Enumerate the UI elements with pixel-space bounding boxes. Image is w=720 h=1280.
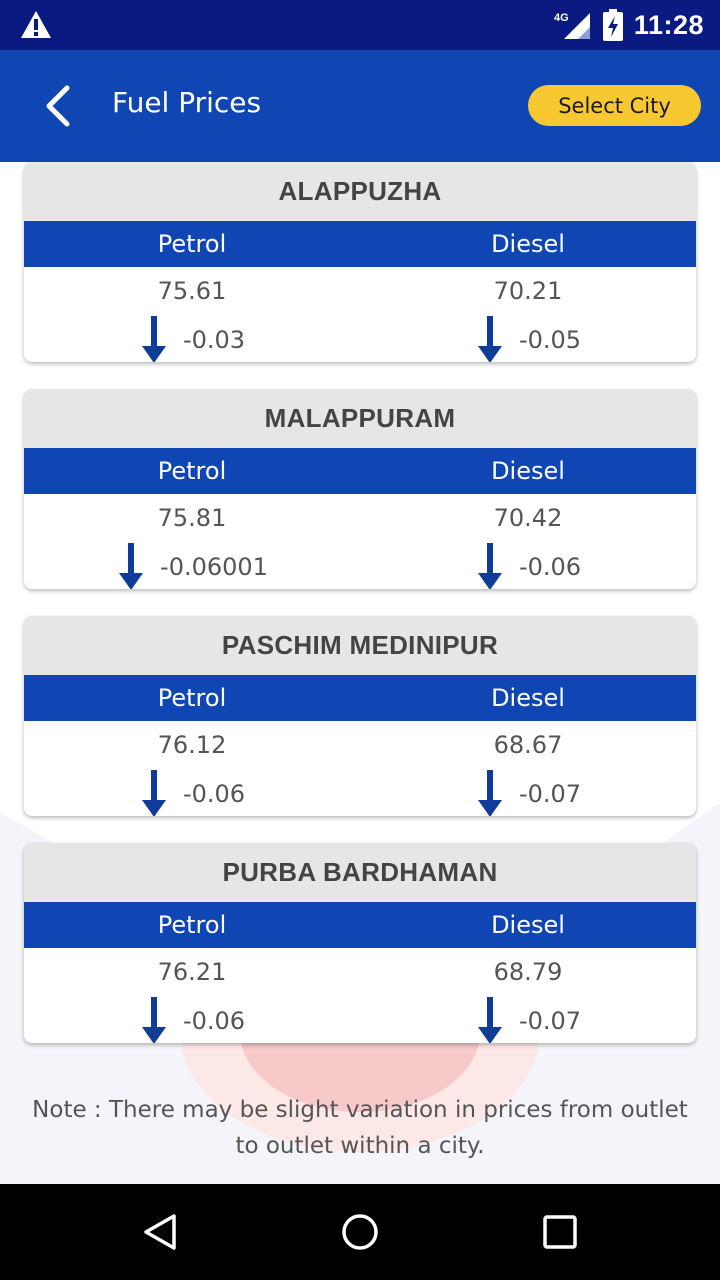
network-type: 4G bbox=[554, 12, 569, 24]
price-row: 75.81 70.42 bbox=[24, 494, 696, 542]
status-time: 11:28 bbox=[633, 9, 704, 40]
signal-icon: 4G bbox=[554, 12, 590, 39]
nav-back-button[interactable] bbox=[130, 1204, 190, 1260]
price-row: 75.61 70.21 bbox=[24, 267, 696, 315]
petrol-change-value: -0.03 bbox=[182, 326, 246, 354]
diesel-change-value: -0.07 bbox=[518, 780, 582, 808]
petrol-label: Petrol bbox=[157, 457, 227, 485]
down-arrow-icon bbox=[141, 997, 166, 1043]
change-row: -0.03 -0.05 bbox=[24, 315, 696, 362]
fuel-header: Petrol Diesel bbox=[24, 448, 696, 494]
diesel-label: Diesel bbox=[491, 457, 565, 485]
petrol-change: -0.06 bbox=[24, 996, 360, 1043]
city-card[interactable]: MALAPPURAM Petrol Diesel 75.81 70.42 -0.… bbox=[24, 389, 696, 589]
petrol-change: -0.06001 bbox=[24, 542, 360, 589]
triangle-back-icon bbox=[144, 1214, 176, 1250]
status-bar: 4G 11:28 bbox=[0, 0, 720, 50]
content-area[interactable]: ALAPPUZHA Petrol Diesel 75.61 70.21 -0.0… bbox=[0, 162, 720, 1184]
down-arrow-icon bbox=[119, 543, 144, 589]
petrol-price: 76.21 bbox=[157, 958, 227, 986]
fuel-header: Petrol Diesel bbox=[24, 675, 696, 721]
city-card[interactable]: PASCHIM MEDINIPUR Petrol Diesel 76.12 68… bbox=[24, 616, 696, 816]
petrol-change-value: -0.06 bbox=[182, 780, 246, 808]
diesel-change-value: -0.06 bbox=[518, 553, 582, 581]
city-name: PURBA BARDHAMAN bbox=[24, 843, 696, 902]
petrol-change-value: -0.06 bbox=[182, 1007, 246, 1035]
city-card[interactable]: PURBA BARDHAMAN Petrol Diesel 76.21 68.7… bbox=[24, 843, 696, 1043]
diesel-price: 70.21 bbox=[493, 277, 563, 305]
petrol-change-value: -0.06001 bbox=[160, 553, 268, 581]
warning-icon bbox=[21, 11, 51, 38]
nav-home-button[interactable] bbox=[330, 1204, 390, 1260]
city-name: MALAPPURAM bbox=[24, 389, 696, 448]
petrol-price: 75.61 bbox=[157, 277, 227, 305]
petrol-label: Petrol bbox=[157, 684, 227, 712]
diesel-change-value: -0.07 bbox=[518, 1007, 582, 1035]
diesel-price: 68.79 bbox=[493, 958, 563, 986]
diesel-label: Diesel bbox=[491, 684, 565, 712]
diesel-label: Diesel bbox=[491, 230, 565, 258]
select-city-button[interactable]: Select City bbox=[528, 85, 701, 126]
city-name: PASCHIM MEDINIPUR bbox=[24, 616, 696, 675]
petrol-change: -0.06 bbox=[24, 769, 360, 816]
nav-recents-button[interactable] bbox=[530, 1204, 590, 1260]
petrol-change: -0.03 bbox=[24, 315, 360, 362]
down-arrow-icon bbox=[477, 316, 502, 362]
diesel-change-value: -0.05 bbox=[518, 326, 582, 354]
page-title: Fuel Prices bbox=[112, 86, 262, 119]
app-bar: Fuel Prices Select City bbox=[0, 50, 720, 162]
circle-home-icon bbox=[342, 1214, 378, 1250]
change-row: -0.06 -0.07 bbox=[24, 769, 696, 816]
fuel-header: Petrol Diesel bbox=[24, 902, 696, 948]
diesel-change: -0.07 bbox=[360, 996, 696, 1043]
petrol-label: Petrol bbox=[157, 911, 227, 939]
price-row: 76.21 68.79 bbox=[24, 948, 696, 996]
down-arrow-icon bbox=[477, 997, 502, 1043]
square-recents-icon bbox=[543, 1215, 577, 1249]
chevron-left-icon bbox=[46, 85, 70, 127]
change-row: -0.06 -0.07 bbox=[24, 996, 696, 1043]
diesel-change: -0.05 bbox=[360, 315, 696, 362]
diesel-price: 70.42 bbox=[493, 504, 563, 532]
petrol-price: 75.81 bbox=[157, 504, 227, 532]
petrol-label: Petrol bbox=[157, 230, 227, 258]
petrol-price: 76.12 bbox=[157, 731, 227, 759]
city-name: ALAPPUZHA bbox=[24, 162, 696, 221]
battery-charging-icon bbox=[602, 9, 623, 41]
diesel-label: Diesel bbox=[491, 911, 565, 939]
fuel-header: Petrol Diesel bbox=[24, 221, 696, 267]
system-nav-bar bbox=[0, 1184, 720, 1280]
status-icons: 4G 11:28 bbox=[554, 0, 704, 50]
diesel-change: -0.06 bbox=[360, 542, 696, 589]
price-row: 76.12 68.67 bbox=[24, 721, 696, 769]
down-arrow-icon bbox=[141, 316, 166, 362]
down-arrow-icon bbox=[477, 543, 502, 589]
city-card[interactable]: ALAPPUZHA Petrol Diesel 75.61 70.21 -0.0… bbox=[24, 162, 696, 362]
price-note: Note : There may be slight variation in … bbox=[32, 1097, 688, 1159]
diesel-change: -0.07 bbox=[360, 769, 696, 816]
back-button[interactable] bbox=[30, 76, 86, 136]
change-row: -0.06001 -0.06 bbox=[24, 542, 696, 589]
down-arrow-icon bbox=[477, 770, 502, 816]
diesel-price: 68.67 bbox=[493, 731, 563, 759]
down-arrow-icon bbox=[141, 770, 166, 816]
